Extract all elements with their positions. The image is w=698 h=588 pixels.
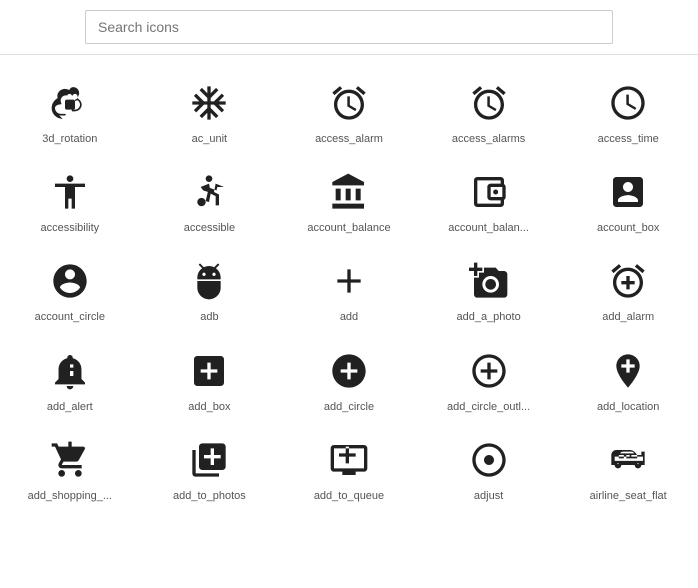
icon-label-accessible: accessible (184, 222, 235, 235)
icon-item-add_to_photos[interactable]: add_to_photos (140, 422, 280, 511)
access_alarm-icon (325, 79, 373, 127)
icon-label-add_location: add_location (597, 401, 659, 414)
ac_unit-icon (185, 79, 233, 127)
adjust-icon (465, 436, 513, 484)
access_time-icon (604, 79, 652, 127)
add_circle-icon (325, 347, 373, 395)
icon-item-add_circle[interactable]: add_circle (279, 333, 419, 422)
accessible-icon (185, 168, 233, 216)
icon-item-account_balance[interactable]: account_balance (279, 154, 419, 243)
add_to_photos-icon (185, 436, 233, 484)
icon-item-adjust[interactable]: adjust (419, 422, 559, 511)
icon-item-account_circle[interactable]: account_circle (0, 243, 140, 332)
icon-item-add_alert[interactable]: add_alert (0, 333, 140, 422)
icon-label-access_alarms: access_alarms (452, 133, 525, 146)
add_to_queue-icon (325, 436, 373, 484)
icon-item-account_balance_wallet[interactable]: account_balan... (419, 154, 559, 243)
icon-item-access_time[interactable]: access_time (558, 65, 698, 154)
search-container (0, 0, 698, 55)
icon-label-account_box: account_box (597, 222, 659, 235)
add_box-icon (185, 347, 233, 395)
icon-item-ac_unit[interactable]: ac_unit (140, 65, 280, 154)
icon-item-add_circle_outline[interactable]: add_circle_outl... (419, 333, 559, 422)
3d_rotation-icon (46, 79, 94, 127)
search-input[interactable] (85, 10, 613, 44)
icon-item-add_shopping_cart[interactable]: add_shopping_... (0, 422, 140, 511)
icon-item-add_alarm[interactable]: add_alarm (558, 243, 698, 332)
icon-label-adjust: adjust (474, 490, 503, 503)
icon-label-add_circle: add_circle (324, 401, 374, 414)
icon-label-access_alarm: access_alarm (315, 133, 383, 146)
icon-item-airline_seat_flat[interactable]: airline_seat_flat (558, 422, 698, 511)
icon-item-add[interactable]: add (279, 243, 419, 332)
account_balance-icon (325, 168, 373, 216)
icon-item-3d_rotation[interactable]: 3d_rotation (0, 65, 140, 154)
icon-label-access_time: access_time (598, 133, 659, 146)
icon-item-account_box[interactable]: account_box (558, 154, 698, 243)
icon-label-add_a_photo: add_a_photo (456, 311, 520, 324)
account_balance_wallet-icon (465, 168, 513, 216)
icon-item-accessibility[interactable]: accessibility (0, 154, 140, 243)
icon-label-add_alarm: add_alarm (602, 311, 654, 324)
account_circle-icon (46, 257, 94, 305)
icon-label-add_shopping_cart: add_shopping_... (28, 490, 112, 503)
icon-label-add_box: add_box (188, 401, 230, 414)
icon-item-add_location[interactable]: add_location (558, 333, 698, 422)
icon-label-add_alert: add_alert (47, 401, 93, 414)
icon-label-3d_rotation: 3d_rotation (42, 133, 97, 146)
add_a_photo-icon (465, 257, 513, 305)
access_alarms-icon (465, 79, 513, 127)
icon-label-account_balance_wallet: account_balan... (448, 222, 529, 235)
icon-item-add_a_photo[interactable]: add_a_photo (419, 243, 559, 332)
airline_seat_flat-icon (604, 436, 652, 484)
account_box-icon (604, 168, 652, 216)
icon-label-add_circle_outline: add_circle_outl... (447, 401, 530, 414)
icon-item-add_box[interactable]: add_box (140, 333, 280, 422)
icon-label-account_balance: account_balance (307, 222, 390, 235)
add_location-icon (604, 347, 652, 395)
icon-item-add_to_queue[interactable]: add_to_queue (279, 422, 419, 511)
adb-icon (185, 257, 233, 305)
accessibility-icon (46, 168, 94, 216)
icon-label-airline_seat_flat: airline_seat_flat (590, 490, 667, 503)
icon-label-add: add (340, 311, 358, 324)
add_alarm-icon (604, 257, 652, 305)
add-icon (325, 257, 373, 305)
add_alert-icon (46, 347, 94, 395)
add_shopping_cart-icon (46, 436, 94, 484)
icons-grid: 3d_rotation ac_unit access_alarm access_ala… (0, 55, 698, 521)
add_circle_outline-icon (465, 347, 513, 395)
icon-label-accessibility: accessibility (40, 222, 99, 235)
icon-label-ac_unit: ac_unit (192, 133, 227, 146)
icon-item-access_alarm[interactable]: access_alarm (279, 65, 419, 154)
icon-label-account_circle: account_circle (35, 311, 105, 324)
icon-label-add_to_photos: add_to_photos (173, 490, 246, 503)
icon-label-adb: adb (200, 311, 218, 324)
icon-item-accessible[interactable]: accessible (140, 154, 280, 243)
icon-item-access_alarms[interactable]: access_alarms (419, 65, 559, 154)
icon-item-adb[interactable]: adb (140, 243, 280, 332)
icon-label-add_to_queue: add_to_queue (314, 490, 384, 503)
